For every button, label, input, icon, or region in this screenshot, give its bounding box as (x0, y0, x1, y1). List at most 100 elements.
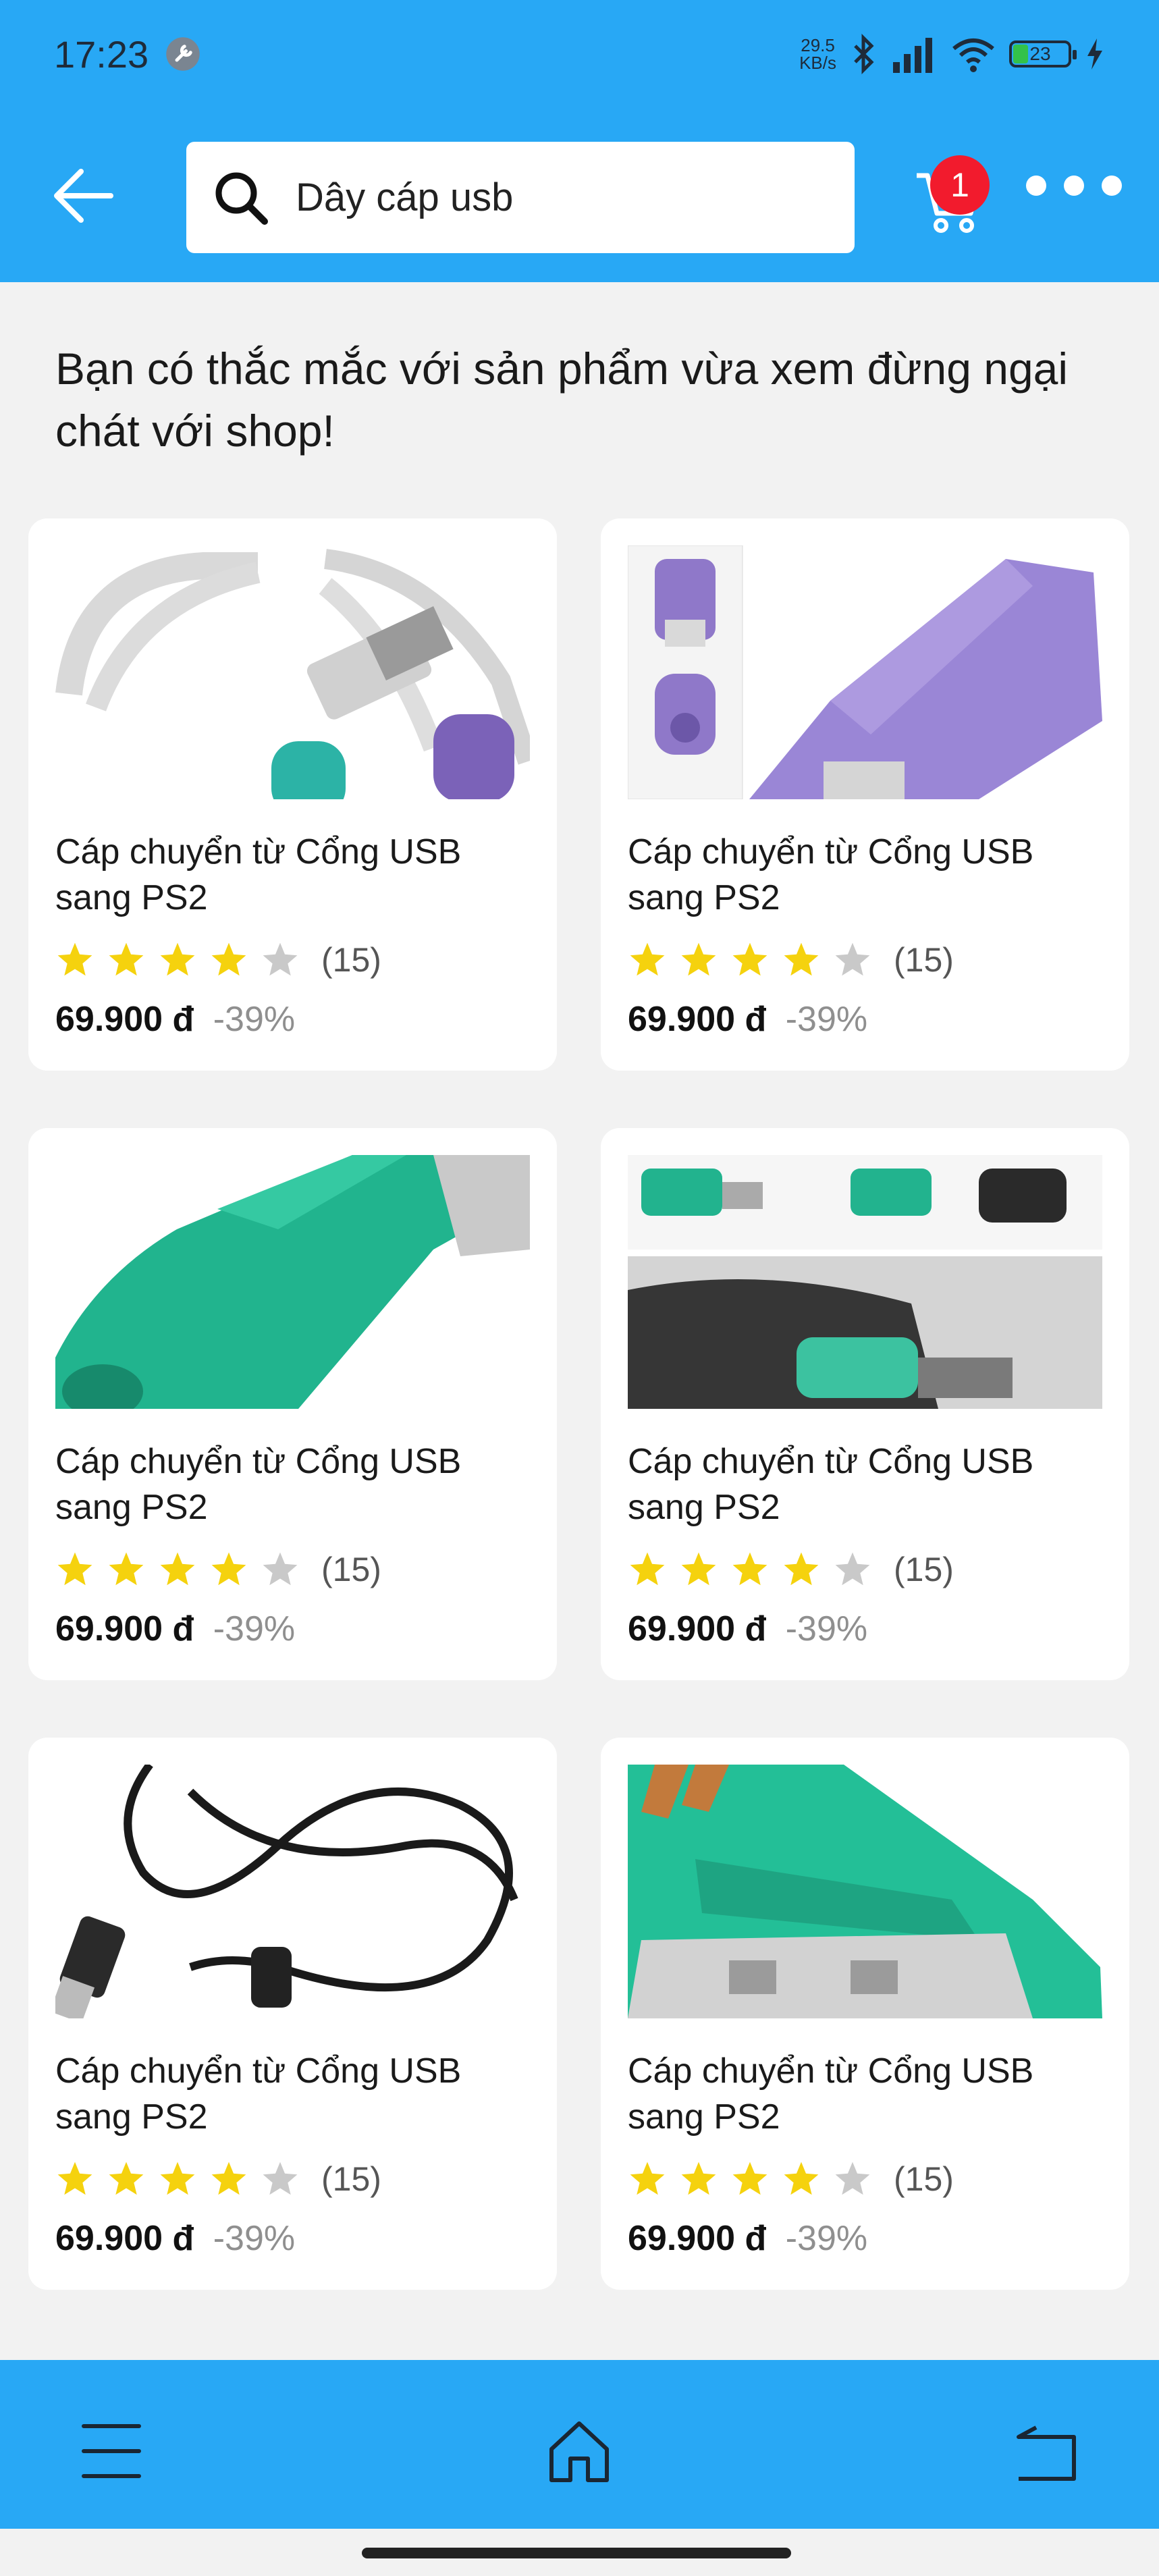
review-count: (15) (321, 941, 381, 979)
product-image[interactable] (55, 1765, 530, 2018)
signal-icon (893, 38, 932, 73)
back-arrow-icon[interactable] (47, 162, 122, 230)
product-card[interactable]: Cáp chuyển từ Cổng USB sang PS2 (15) 69.… (601, 1738, 1129, 2290)
star-empty-icon (263, 2162, 298, 2195)
product-image[interactable] (628, 545, 1102, 799)
star-filled-icon (681, 1552, 716, 1586)
star-filled-icon (109, 942, 144, 976)
bottom-nav-bar (0, 2360, 1159, 2529)
product-title[interactable]: Cáp chuyển từ Cổng USB sang PS2 (55, 1439, 541, 1530)
product-pricing: 69.900 đ -39% (55, 2218, 295, 2259)
product-discount: -39% (213, 2219, 296, 2258)
product-card[interactable]: Cáp chuyển từ Cổng USB sang PS2 (15) 69.… (28, 1128, 557, 1680)
product-discount: -39% (785, 2219, 868, 2258)
product-discount: -39% (785, 1609, 868, 1648)
product-card[interactable]: Cáp chuyển từ Cổng USB sang PS2 (15) 69.… (601, 1128, 1129, 1680)
home-indicator[interactable] (362, 2548, 791, 2558)
star-empty-icon (835, 1552, 870, 1586)
product-grid: Cáp chuyển từ Cổng USB sang PS2 (15) 69.… (28, 518, 1131, 2294)
star-filled-icon (630, 2162, 665, 2195)
star-filled-icon (211, 2162, 246, 2195)
star-filled-icon (732, 942, 767, 976)
wifi-icon (952, 38, 994, 72)
product-discount: -39% (785, 1000, 868, 1039)
review-count: (15) (321, 1551, 381, 1588)
search-input[interactable]: Dây cáp usb (296, 175, 513, 220)
product-rating: (15) (628, 2159, 954, 2199)
product-image[interactable] (628, 1765, 1102, 2018)
product-rating: (15) (55, 1550, 381, 1589)
status-bar: 17:23 29.5 KB/s 23 (0, 0, 1159, 108)
more-dots-icon[interactable] (1026, 176, 1122, 196)
star-filled-icon (57, 1552, 92, 1586)
search-bar[interactable]: Dây cáp usb (186, 142, 855, 253)
search-icon (215, 172, 268, 225)
star-empty-icon (835, 942, 870, 976)
product-card[interactable]: Cáp chuyển từ Cổng USB sang PS2 (15) 69.… (601, 518, 1129, 1071)
back-nav-icon[interactable] (1009, 2414, 1083, 2488)
network-speed: 29.5 KB/s (799, 35, 836, 73)
bluetooth-icon (854, 34, 874, 74)
review-count: (15) (894, 2160, 954, 2198)
product-rating: (15) (628, 1550, 954, 1589)
home-icon[interactable] (542, 2414, 616, 2488)
product-discount: -39% (213, 1000, 296, 1039)
product-title[interactable]: Cáp chuyển từ Cổng USB sang PS2 (628, 1439, 1114, 1530)
charging-icon (1087, 38, 1102, 70)
cart-badge: 1 (930, 155, 990, 215)
star-empty-icon (263, 942, 298, 976)
header-nav: Dây cáp usb 1 (0, 135, 1159, 253)
star-filled-icon (784, 1552, 819, 1586)
star-filled-icon (160, 942, 195, 976)
star-empty-icon (835, 2162, 870, 2195)
star-empty-icon (263, 1552, 298, 1586)
star-filled-icon (681, 942, 716, 976)
star-filled-icon (211, 1552, 246, 1586)
star-filled-icon (109, 2162, 144, 2195)
product-title[interactable]: Cáp chuyển từ Cổng USB sang PS2 (55, 2048, 541, 2140)
star-filled-icon (630, 942, 665, 976)
review-count: (15) (894, 1551, 954, 1588)
product-pricing: 69.900 đ -39% (628, 999, 867, 1040)
product-image[interactable] (55, 545, 530, 799)
product-pricing: 69.900 đ -39% (628, 2218, 867, 2259)
star-filled-icon (732, 2162, 767, 2195)
product-card[interactable]: Cáp chuyển từ Cổng USB sang PS2 (15) 69.… (28, 518, 557, 1071)
star-filled-icon (784, 942, 819, 976)
product-price: 69.900 đ (628, 2219, 767, 2258)
product-pricing: 69.900 đ -39% (55, 999, 295, 1040)
top-app-bar: 17:23 29.5 KB/s 23 Dây cáp usb 1 (0, 0, 1159, 282)
product-rating: (15) (55, 940, 381, 980)
product-price: 69.900 đ (628, 1000, 767, 1039)
star-filled-icon (57, 2162, 92, 2195)
product-pricing: 69.900 đ -39% (55, 1609, 295, 1649)
star-filled-icon (160, 1552, 195, 1586)
product-price: 69.900 đ (55, 1609, 194, 1648)
product-rating: (15) (55, 2159, 381, 2199)
product-title[interactable]: Cáp chuyển từ Cổng USB sang PS2 (628, 2048, 1114, 2140)
star-filled-icon (732, 1552, 767, 1586)
product-price: 69.900 đ (55, 1000, 194, 1039)
product-image[interactable] (628, 1155, 1102, 1409)
star-filled-icon (630, 1552, 665, 1586)
star-filled-icon (109, 1552, 144, 1586)
status-time: 17:23 (54, 32, 149, 76)
battery-indicator: 23 (1009, 41, 1077, 68)
review-count: (15) (321, 2160, 381, 2198)
settings-wrench-icon (166, 37, 200, 71)
star-filled-icon (160, 2162, 195, 2195)
star-filled-icon (681, 2162, 716, 2195)
notice-text: Bạn có thắc mắc với sản phẩm vừa xem đừn… (55, 344, 1069, 456)
star-filled-icon (784, 2162, 819, 2195)
product-title[interactable]: Cáp chuyển từ Cổng USB sang PS2 (55, 829, 541, 921)
product-price: 69.900 đ (628, 1609, 767, 1648)
menu-icon[interactable] (74, 2414, 149, 2488)
product-image[interactable] (55, 1155, 530, 1409)
product-pricing: 69.900 đ -39% (628, 1609, 867, 1649)
product-discount: -39% (213, 1609, 296, 1648)
product-title[interactable]: Cáp chuyển từ Cổng USB sang PS2 (628, 829, 1114, 921)
product-card[interactable]: Cáp chuyển từ Cổng USB sang PS2 (15) 69.… (28, 1738, 557, 2290)
product-rating: (15) (628, 940, 954, 980)
review-count: (15) (894, 941, 954, 979)
star-filled-icon (211, 942, 246, 976)
